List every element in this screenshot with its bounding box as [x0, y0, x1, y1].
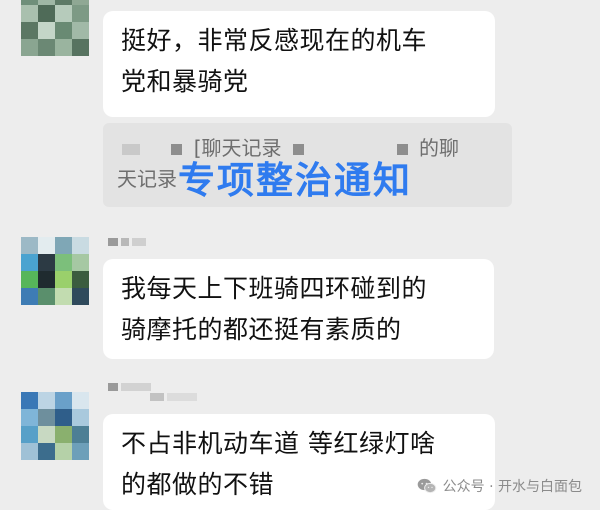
message-text-line: 我每天上下班骑四环碰到的 [121, 274, 428, 303]
watermark-text: 公众号 · 开水与白面包 [442, 479, 582, 495]
avatar[interactable] [21, 237, 89, 305]
quote-text: 天记录 [117, 167, 177, 191]
sender-name-blurred [108, 383, 151, 391]
sender-name-blurred [150, 393, 197, 401]
watermark: 公众号 · 开水与白面包 [417, 476, 582, 496]
message-bubble[interactable]: 挺好，非常反感现在的机车 党和暴骑党 [103, 11, 495, 117]
wechat-icon [417, 478, 437, 494]
overlay-title: 专项整治通知 [178, 159, 412, 202]
message-text-line: 挺好，非常反感现在的机车 [121, 26, 428, 55]
sender-name-blurred [108, 238, 146, 246]
message-bubble[interactable]: 我每天上下班骑四环碰到的 骑摩托的都还挺有素质的 [103, 259, 494, 359]
message-text-line: 党和暴骑党 [121, 67, 249, 96]
blurred-text [122, 144, 140, 155]
quote-text: 的聊 [418, 136, 459, 160]
message-text-line: 不占非机动车道 等红绿灯啥 [121, 429, 436, 458]
avatar[interactable] [21, 392, 89, 460]
message-text-line: 骑摩托的都还挺有素质的 [121, 315, 402, 344]
avatar[interactable] [21, 0, 89, 56]
